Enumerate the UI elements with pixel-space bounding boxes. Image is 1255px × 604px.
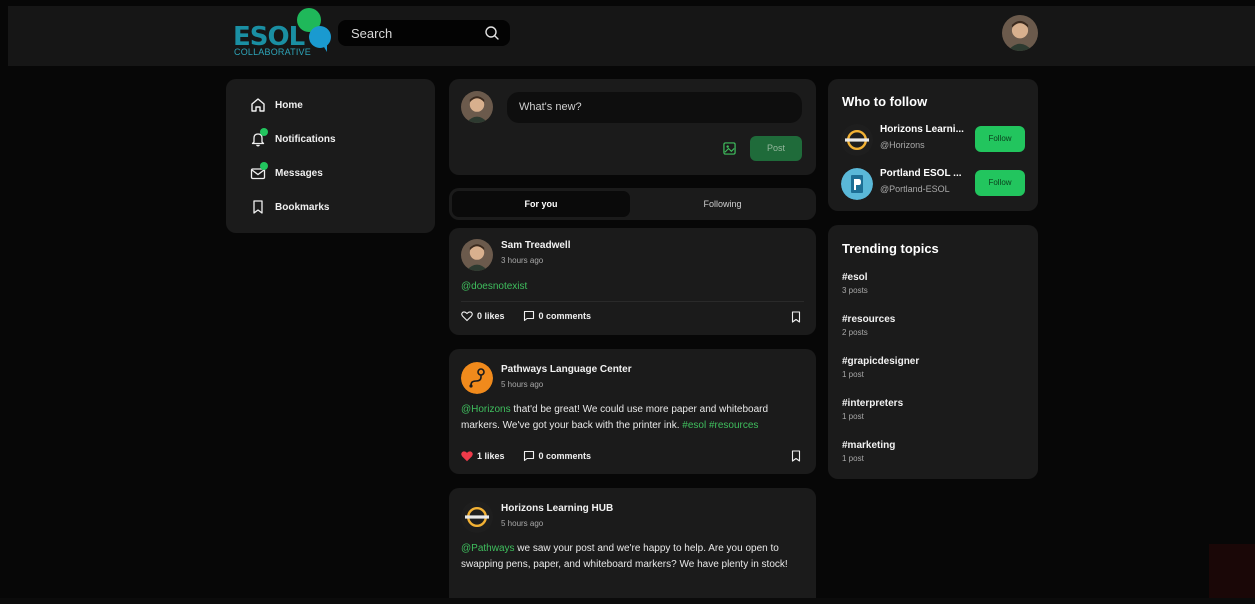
composer-placeholder: What's new?: [519, 101, 582, 113]
post-button[interactable]: Post: [750, 136, 802, 161]
post-actions: 0 likes 0 comments: [461, 310, 591, 322]
message-badge: [260, 162, 268, 170]
sidebar-item-notifications[interactable]: Notifications: [250, 128, 336, 149]
post-body: @doesnotexist: [461, 279, 805, 295]
sidebar-item-home[interactable]: Home: [250, 95, 303, 115]
follow-avatar[interactable]: [841, 168, 873, 200]
heart-filled-icon[interactable]: [461, 450, 473, 462]
follow-name[interactable]: Portland ESOL ...: [880, 168, 972, 179]
mail-icon-wrap: [250, 162, 268, 181]
trending-tag: #esol: [842, 272, 868, 283]
trending-count: 3 posts: [842, 286, 868, 295]
post-avatar[interactable]: [461, 362, 493, 394]
follow-name[interactable]: Horizons Learni...: [880, 124, 972, 135]
post-actions: 1 likes 0 comments: [461, 450, 591, 462]
sidebar-item-messages[interactable]: Messages: [250, 162, 323, 183]
post-card: Horizons Learning HUB 5 hours ago @Pathw…: [449, 488, 816, 604]
post-body: @Pathways we saw your post and we're hap…: [461, 541, 805, 573]
post-author[interactable]: Horizons Learning HUB: [501, 503, 613, 514]
trending-count: 1 post: [842, 370, 864, 379]
sidebar-nav: Home Notifications Messages Bookmarks: [226, 79, 435, 233]
trending-topic[interactable]: #interpreters 1 post: [842, 398, 903, 421]
likes-count: 0 likes: [477, 311, 505, 321]
search-label: Search: [351, 26, 393, 41]
bookmark-icon: [253, 200, 263, 214]
trending-topic[interactable]: #esol 3 posts: [842, 272, 868, 295]
logo-bubble-tail: [321, 42, 327, 52]
post-time: 5 hours ago: [501, 519, 544, 528]
post-author[interactable]: Pathways Language Center: [501, 364, 632, 375]
likes-count: 1 likes: [477, 451, 505, 461]
follow-button[interactable]: Follow: [975, 170, 1025, 196]
post-time: 5 hours ago: [501, 380, 544, 389]
follow-avatar[interactable]: [841, 124, 873, 156]
sidebar-item-bookmarks[interactable]: Bookmarks: [250, 197, 329, 217]
bookmark-icon[interactable]: [790, 311, 802, 323]
post-card: Pathways Language Center 5 hours ago @Ho…: [449, 349, 816, 474]
comment-icon[interactable]: [523, 310, 535, 322]
trending-topic[interactable]: #resources 2 posts: [842, 314, 895, 337]
comments-count: 0 comments: [538, 451, 592, 461]
trending-tag: #interpreters: [842, 398, 904, 409]
user-avatar[interactable]: [1002, 15, 1038, 51]
tab-following[interactable]: Following: [632, 191, 813, 217]
bookmark-icon[interactable]: [790, 450, 802, 462]
whats-new-input[interactable]: What's new?: [507, 92, 802, 123]
follow-handle: @Portland-ESOL: [880, 184, 950, 194]
trending-tag: #grapicdesigner: [842, 356, 920, 367]
trending-count: 1 post: [842, 454, 864, 463]
sidebar-item-label: Bookmarks: [275, 201, 330, 213]
home-icon: [251, 98, 265, 112]
logo-subtitle: COLLABORATIVE: [234, 47, 311, 57]
esol-logo[interactable]: ESOL COLLABORATIVE: [225, 6, 335, 64]
who-to-follow-panel: Who to follow Horizons Learni... @Horizo…: [828, 79, 1038, 211]
post-mention[interactable]: @doesnotexist: [461, 281, 527, 292]
search-bar[interactable]: Search: [338, 20, 510, 46]
sidebar-item-label: Notifications: [275, 133, 336, 145]
corner-shade: [1209, 544, 1255, 600]
follow-handle: @Horizons: [880, 140, 925, 150]
who-to-follow-title: Who to follow: [842, 94, 928, 109]
trending-tag: #marketing: [842, 440, 896, 451]
trending-topic[interactable]: #grapicdesigner 1 post: [842, 356, 919, 379]
follow-button[interactable]: Follow: [975, 126, 1025, 152]
image-icon[interactable]: [723, 142, 736, 155]
notification-badge: [260, 128, 268, 136]
tab-for-you[interactable]: For you: [452, 191, 630, 217]
trending-topics-panel: Trending topics #esol 3 posts #resources…: [828, 225, 1038, 479]
composer-avatar: [461, 91, 493, 123]
trending-title: Trending topics: [842, 241, 939, 256]
comments-count: 0 comments: [538, 311, 592, 321]
post-composer: What's new? Post: [449, 79, 816, 175]
post-avatar[interactable]: [461, 501, 493, 533]
trending-count: 2 posts: [842, 328, 868, 337]
post-divider: [461, 301, 804, 302]
post-author[interactable]: Sam Treadwell: [501, 240, 570, 251]
bottom-strip: [0, 598, 1255, 604]
bell-icon-wrap: [250, 128, 268, 147]
trending-tag: #resources: [842, 314, 896, 325]
follow-suggestion: Horizons Learni... @Horizons Follow: [841, 121, 1026, 157]
post-mention[interactable]: @Pathways: [461, 543, 515, 554]
post-card: Sam Treadwell 3 hours ago @doesnotexist …: [449, 228, 816, 335]
comment-icon[interactable]: [523, 450, 535, 462]
top-bar: ESOL COLLABORATIVE Search: [8, 6, 1255, 66]
post-hashtags[interactable]: #esol #resources: [682, 420, 758, 431]
post-avatar[interactable]: [461, 239, 493, 271]
logo-blue-bubble: [309, 26, 331, 48]
search-icon[interactable]: [484, 25, 500, 41]
feed-tabs: For you Following: [449, 188, 816, 220]
sidebar-item-label: Home: [275, 99, 303, 111]
heart-icon[interactable]: [461, 310, 473, 322]
trending-topic[interactable]: #marketing 1 post: [842, 440, 895, 463]
post-body: @Horizons that'd be great! We could use …: [461, 402, 805, 434]
follow-suggestion: Portland ESOL ... @Portland-ESOL Follow: [841, 165, 1026, 201]
post-mention[interactable]: @Horizons: [461, 404, 511, 415]
trending-count: 1 post: [842, 412, 864, 421]
sidebar-item-label: Messages: [275, 167, 323, 179]
post-time: 3 hours ago: [501, 256, 544, 265]
